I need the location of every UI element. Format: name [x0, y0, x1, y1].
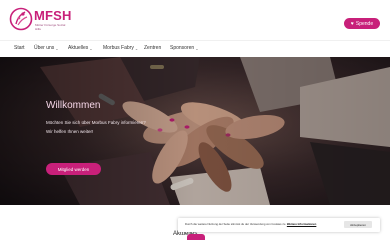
cookie-banner: Durch die weitere Nutzung der Seite stim…	[178, 218, 380, 232]
nav-item-zentren[interactable]: Zentren	[144, 45, 161, 51]
main-nav: Start Über uns ⌄ Aktuelles ⌄ Morbus Fabr…	[0, 40, 390, 56]
nav-item-label: Start	[14, 45, 25, 51]
chevron-down-icon: ⌄	[89, 45, 93, 51]
hero-subtitle-line2: Wir helfen Ihnen weiter!	[46, 129, 94, 134]
chevron-down-icon: ⌄	[55, 45, 59, 51]
nav-item-label: Zentren	[144, 45, 162, 51]
donate-button-label: Spende	[355, 20, 374, 27]
nav-item-label: Aktuelles	[68, 45, 89, 51]
cookie-more-info-link[interactable]: Weitere Informationen	[287, 222, 316, 226]
hero-subtitle-line1: Möchten Sie sich über Morbus Fabry infor…	[46, 120, 146, 125]
nav-item-aktuelles[interactable]: Aktuelles ⌄	[68, 45, 93, 51]
heart-icon: ♥	[350, 20, 354, 27]
become-member-button[interactable]: Mitglied werden	[46, 163, 101, 175]
cookie-accept-label: Akzeptieren	[350, 222, 366, 227]
logo-tagline: Mütter Fürsorge Sozial Hilfe	[35, 23, 66, 31]
nav-item-label: Sponsoren	[170, 45, 195, 51]
nav-item-label: Über uns	[34, 45, 55, 51]
nav-item-start[interactable]: Start	[14, 45, 25, 51]
nav-item-label: Morbus Fabry	[103, 45, 134, 51]
hero-title: Willkommen	[46, 100, 101, 111]
site-header: MFSH Mütter Fürsorge Sozial Hilfe ♥ Spen…	[0, 0, 390, 40]
chevron-down-icon: ⌄	[134, 45, 139, 51]
site-logo[interactable]: MFSH Mütter Fürsorge Sozial Hilfe	[9, 6, 71, 32]
cookie-text: Durch die weitere Nutzung der Seite stim…	[185, 222, 316, 226]
cookie-message: Durch die weitere Nutzung der Seite stim…	[185, 222, 287, 226]
logo-mark-icon	[9, 7, 33, 31]
nav-item-sponsoren[interactable]: Sponsoren ⌄	[170, 45, 199, 51]
scroll-down-button[interactable]	[187, 234, 205, 240]
nav-item-morbus-fabry[interactable]: Morbus Fabry ⌄	[103, 45, 138, 51]
nav-item-ueber-uns[interactable]: Über uns ⌄	[34, 45, 59, 51]
donate-button[interactable]: ♥ Spende	[344, 18, 380, 29]
logo-text: MFSH	[34, 8, 72, 23]
cookie-accept-button[interactable]: Akzeptieren	[344, 221, 372, 228]
chevron-down-icon: ⌄	[195, 45, 199, 51]
become-member-button-label: Mitglied werden	[57, 166, 90, 172]
